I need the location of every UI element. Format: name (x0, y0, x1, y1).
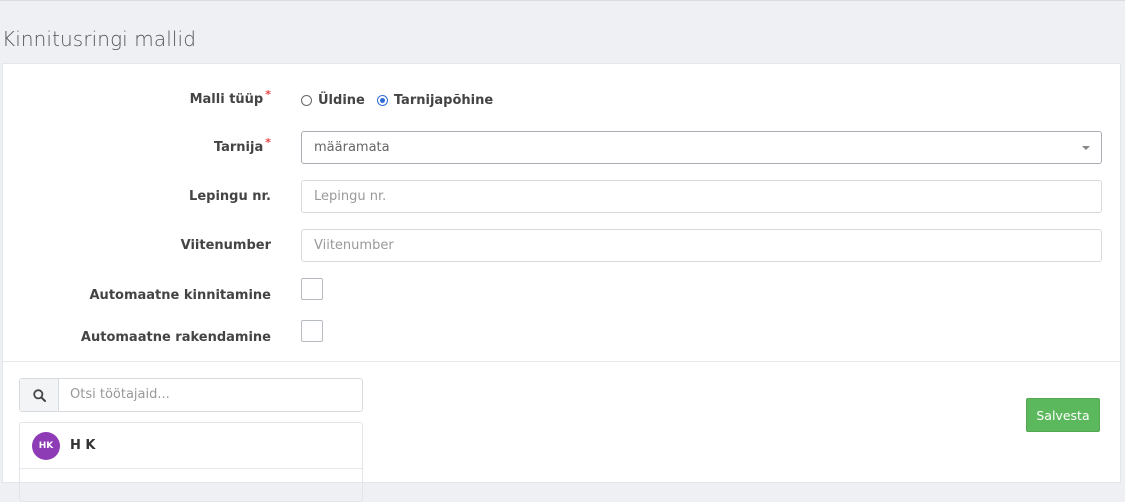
list-item[interactable]: HK H K (20, 423, 362, 469)
supplier-label: Tarnija * (213, 136, 271, 155)
supplier-select[interactable]: määramata (301, 131, 1102, 164)
radio-general-label[interactable]: Üldine (318, 93, 365, 108)
required-mark: * (265, 136, 271, 149)
form-card: Malli tüüp * Üldine Tarnijapõhine Tarnija… (2, 63, 1122, 502)
section-divider (3, 361, 1122, 362)
employee-name: H K (70, 438, 96, 453)
chevron-down-icon (1082, 146, 1090, 150)
contract-no-input[interactable]: Lepingu nr. (301, 180, 1102, 213)
employee-search-input[interactable]: Otsi töötajaid... (59, 379, 362, 411)
reference-no-input[interactable]: Viitenumber (301, 229, 1102, 262)
radio-general[interactable] (301, 95, 312, 106)
required-mark: * (265, 88, 271, 101)
auto-approve-checkbox[interactable] (301, 278, 323, 300)
save-button[interactable]: Salvesta (1026, 398, 1100, 432)
top-border (0, 0, 1125, 1)
radio-supplier-based-label[interactable]: Tarnijapõhine (394, 93, 493, 108)
template-type-radio-group: Üldine Tarnijapõhine (301, 93, 505, 108)
template-type-label-text: Malli tüüp (189, 92, 264, 107)
avatar: HK (32, 431, 60, 460)
search-icon (20, 379, 59, 411)
employee-search: Otsi töötajaid... (19, 378, 363, 412)
auto-apply-checkbox[interactable] (301, 320, 323, 342)
supplier-select-value: määramata (314, 140, 390, 155)
supplier-label-text: Tarnija (213, 140, 264, 155)
page-title: Kinnitusringi mallid (2, 27, 196, 51)
auto-apply-label: Automaatne rakendamine (80, 330, 271, 345)
reference-no-label: Viitenumber (180, 238, 271, 253)
employee-list: HK H K (19, 422, 363, 502)
template-type-label: Malli tüüp * (189, 88, 271, 107)
radio-supplier-based[interactable] (376, 95, 388, 106)
contract-no-label: Lepingu nr. (189, 189, 271, 204)
auto-approve-label: Automaatne kinnitamine (89, 288, 272, 303)
